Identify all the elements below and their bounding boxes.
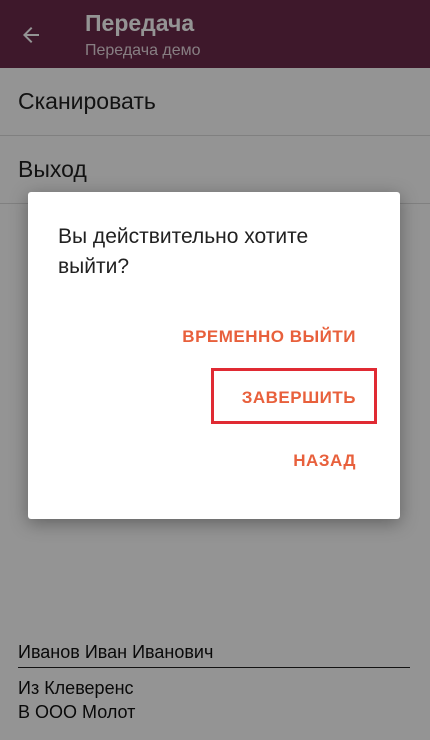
dialog-message: Вы действительно хотите выйти? xyxy=(58,225,309,278)
exit-dialog: Вы действительно хотите выйти? ВРЕМЕННО … xyxy=(28,192,400,519)
temp-exit-button[interactable]: ВРЕМЕННО ВЫЙТИ xyxy=(182,327,356,347)
highlight-box xyxy=(211,368,377,424)
back-dialog-button[interactable]: НАЗАД xyxy=(293,451,356,471)
